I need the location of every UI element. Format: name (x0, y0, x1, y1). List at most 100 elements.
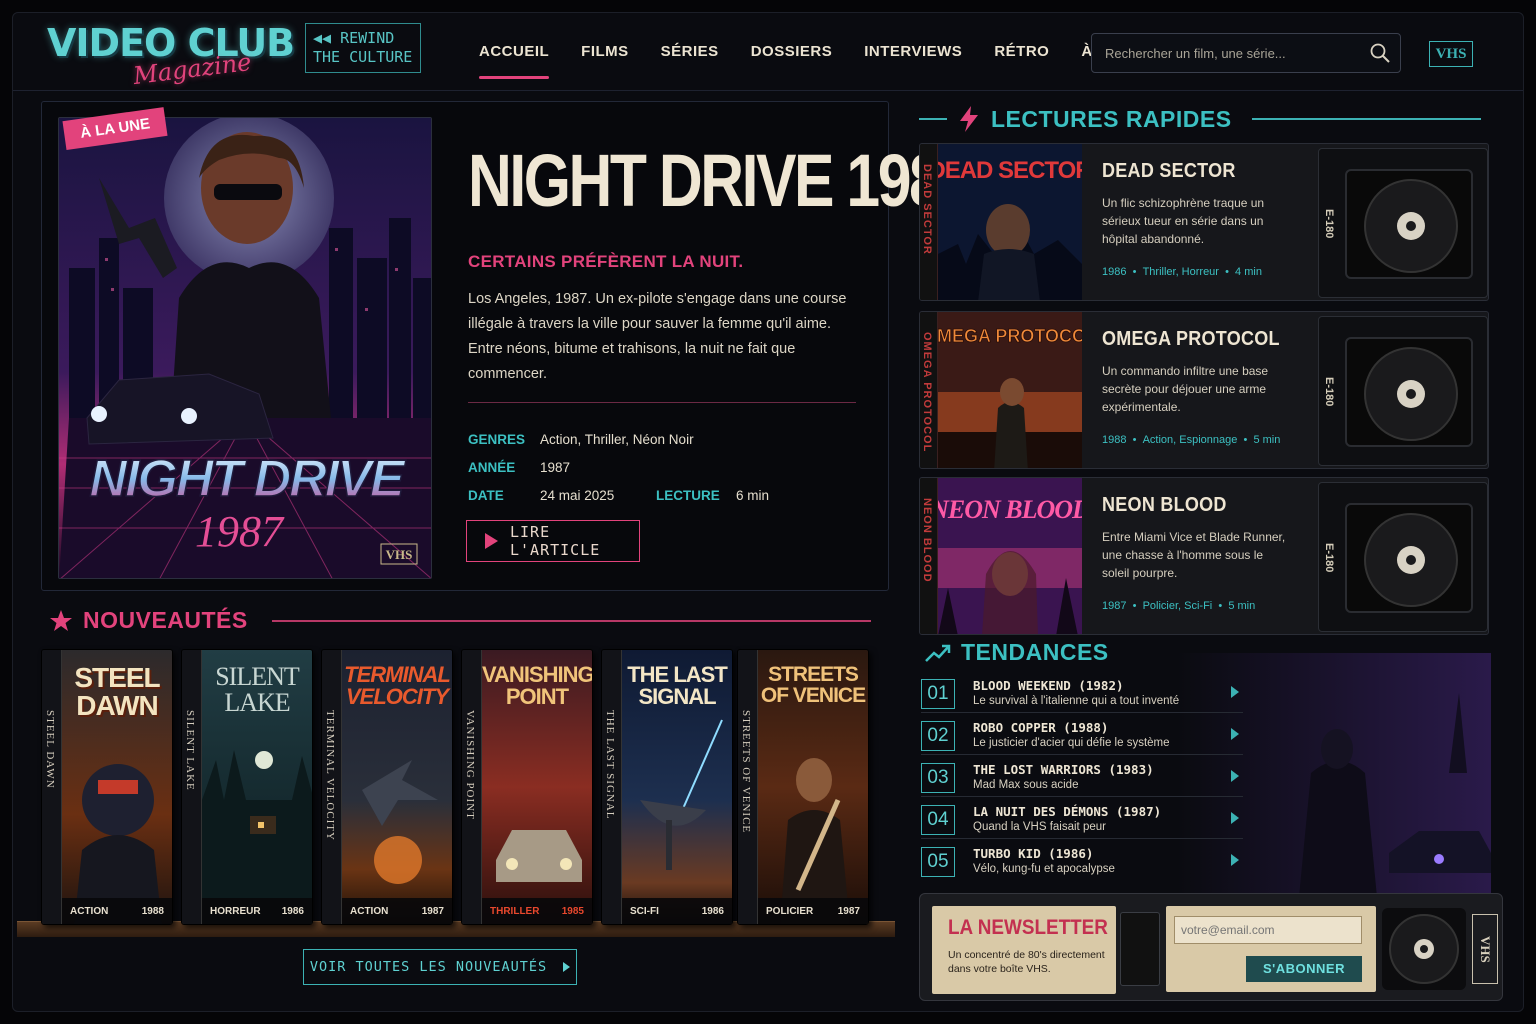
card-meta: 1988 • Action, Espionnage • 5 min (1102, 434, 1281, 446)
card-spine: NEON BLOOD (920, 478, 938, 634)
star-icon (50, 609, 72, 631)
rewind-line2: THE CULTURE (313, 48, 413, 66)
year-label: ANNÉE (468, 460, 516, 475)
trend-rank: 02 (921, 721, 955, 751)
tape-footer: ACTION 1988 (62, 898, 172, 924)
quick-read-card[interactable]: OMEGA PROTOCOL OMEGA PROTOCOL OMEGA PROT… (919, 311, 1489, 469)
trend-subtitle: Le survival à l'italienne qui a tout inv… (973, 695, 1180, 707)
trend-title: THE LOST WARRIORS (1983) (973, 762, 1154, 777)
subscribe-button[interactable]: S'ABONNER (1246, 956, 1362, 982)
new-release-tape[interactable]: STREETS OF VENICE STREETS OF VENICE POLI… (737, 649, 869, 925)
quick-read-card[interactable]: NEON BLOOD NEON BLOOD NEON BLOOD Entre M… (919, 477, 1489, 635)
divider (271, 619, 871, 622)
trend-item[interactable]: 03 THE LOST WARRIORS (1983) Mad Max sous… (921, 759, 1243, 797)
divider (468, 402, 856, 403)
poster-year: 1987 (195, 507, 285, 556)
see-all-label: VOIR TOUTES LES NOUVEAUTÉS (309, 959, 548, 975)
tendances-title: TENDANCES (961, 639, 1109, 665)
trend-item[interactable]: 02 ROBO COPPER (1988) Le justicier d'aci… (921, 717, 1243, 755)
trend-item[interactable]: 04 LA NUIT DES DÉMONS (1987) Quand la VH… (921, 801, 1243, 839)
nouveautes-title: NOUVEAUTÉS (83, 607, 248, 633)
trend-title: ROBO COPPER (1988) (973, 720, 1109, 735)
nav-films[interactable]: FILMS (565, 37, 645, 77)
year-value: 1987 (540, 460, 571, 475)
date-label: DATE (468, 488, 504, 503)
poster-title: NIGHT DRIVE (89, 450, 405, 508)
trend-rank: 05 (921, 847, 955, 877)
date-value: 24 mai 2025 (540, 488, 615, 503)
read-article-button[interactable]: LIRE L'ARTICLE (466, 520, 640, 562)
featured-title[interactable]: NIGHT DRIVE 1987 (468, 144, 974, 218)
tape-spine: SILENT LAKE (182, 650, 202, 924)
quick-read-card[interactable]: DEAD SECTOR DEAD SECTOR DEAD SECTOR Un f… (919, 143, 1489, 301)
rewind-tagline-box: ◀◀ REWIND THE CULTURE (305, 23, 421, 73)
featured-tagline: CERTAINS PRÉFÈRENT LA NUIT. (468, 252, 744, 271)
tape-footer: ACTION 1987 (342, 898, 452, 924)
tape-spine: STEEL DAWN (42, 650, 62, 924)
card-poster: OMEGA PROTOCOL (938, 312, 1082, 468)
lightning-icon (960, 106, 978, 132)
tape-footer: HORREUR 1986 (202, 898, 312, 924)
new-release-tape[interactable]: THE LAST SIGNAL THE LAST SIGNAL SCI-FI 19… (601, 649, 733, 925)
play-icon (485, 533, 498, 549)
card-description: Un commando infiltre une base secrète po… (1102, 364, 1269, 414)
nav-retro[interactable]: RÉTRO (978, 37, 1065, 77)
tape-title: THE LAST SIGNAL (627, 662, 728, 709)
search-input[interactable] (1092, 34, 1362, 72)
card-description: Un flic schizophrène traque un sérieux t… (1102, 196, 1265, 246)
read-article-label: LIRE L'ARTICLE (510, 523, 601, 559)
trend-item[interactable]: 01 BLOOD WEEKEND (1982) Le survival à l'… (921, 675, 1243, 713)
tape-spine: VANISHING POINT (462, 650, 482, 924)
cassette-grip (1120, 912, 1160, 986)
trend-title: TURBO KID (1986) (973, 846, 1094, 861)
card-poster: NEON BLOOD (938, 478, 1082, 634)
tape-footer: THRILLER 1985 (482, 898, 592, 924)
site-logo[interactable]: VIDEO CLUB Magazine (47, 21, 297, 91)
card-spine: OMEGA PROTOCOL (920, 312, 938, 468)
nav-interviews[interactable]: INTERVIEWS (848, 37, 978, 77)
poster-vhs: VHS (386, 547, 413, 562)
chevron-right-icon (1231, 728, 1239, 740)
tendances-header: TENDANCES (925, 639, 1305, 666)
lectures-header: LECTURES RAPIDES (919, 105, 1481, 133)
new-release-tape[interactable]: TERMINAL VELOCITY TERMINAL VELOCITY ACTI… (321, 649, 453, 925)
read-time-label: LECTURE (656, 488, 720, 503)
chevron-right-icon (1231, 686, 1239, 698)
new-release-tape[interactable]: SILENT LAKE SILENT LAKE HORREUR 1986 (181, 649, 313, 925)
newsletter-text: Un concentré de 80's directement dans vo… (948, 949, 1105, 975)
trend-subtitle: Mad Max sous acide (973, 779, 1079, 791)
tape-spine: STREETS OF VENICE (738, 650, 758, 924)
trend-title: LA NUIT DES DÉMONS (1987) (973, 804, 1162, 819)
tape-title: SILENT LAKE (215, 662, 300, 717)
newsletter-vhs-label: VHS (1472, 914, 1498, 984)
nav-dossiers[interactable]: DOSSIERS (735, 37, 849, 77)
trend-item[interactable]: 05 TURBO KID (1986) Vélo, kung-fu et apo… (921, 843, 1243, 881)
new-release-tape[interactable]: VANISHING POINT VANISHING POINT THRILLER… (461, 649, 593, 925)
cassette-reel (1382, 908, 1466, 990)
tape-title: STREETS OF VENICE (760, 663, 866, 707)
trend-rank: 04 (921, 805, 955, 835)
trending-up-icon (925, 644, 951, 662)
trend-rank: 03 (921, 763, 955, 793)
see-all-new-releases-button[interactable]: VOIR TOUTES LES NOUVEAUTÉS (303, 949, 577, 985)
vhs-badge: VHS (1429, 41, 1473, 67)
card-poster: DEAD SECTOR (938, 144, 1082, 300)
cassette: E-180 (1318, 316, 1488, 466)
genres-value: Action, Thriller, Néon Noir (540, 432, 694, 447)
new-release-tape[interactable]: STEEL DAWN STEEL DAWN ACTION 1988 (41, 649, 173, 925)
trend-title: BLOOD WEEKEND (1982) (973, 678, 1124, 693)
trend-subtitle: Quand la VHS faisait peur (973, 821, 1106, 833)
nav-accueil[interactable]: ACCUEIL (463, 37, 565, 79)
newsletter-title: LA NEWSLETTER (948, 916, 1108, 939)
chevron-right-icon (1231, 854, 1239, 866)
tape-spine: THE LAST SIGNAL (602, 650, 622, 924)
tape-title: TERMINAL VELOCITY (344, 662, 451, 709)
featured-poster[interactable]: NIGHT DRIVE 1987 VHS (58, 117, 432, 579)
divider (1251, 118, 1481, 120)
card-title: DEAD SECTOR (1102, 160, 1236, 182)
email-field[interactable] (1174, 916, 1362, 944)
search-icon[interactable] (1370, 43, 1390, 63)
nav-series[interactable]: SÉRIES (645, 37, 735, 77)
tape-footer: POLICIER 1987 (758, 898, 868, 924)
card-poster-title: DEAD SECTOR (938, 157, 1082, 184)
